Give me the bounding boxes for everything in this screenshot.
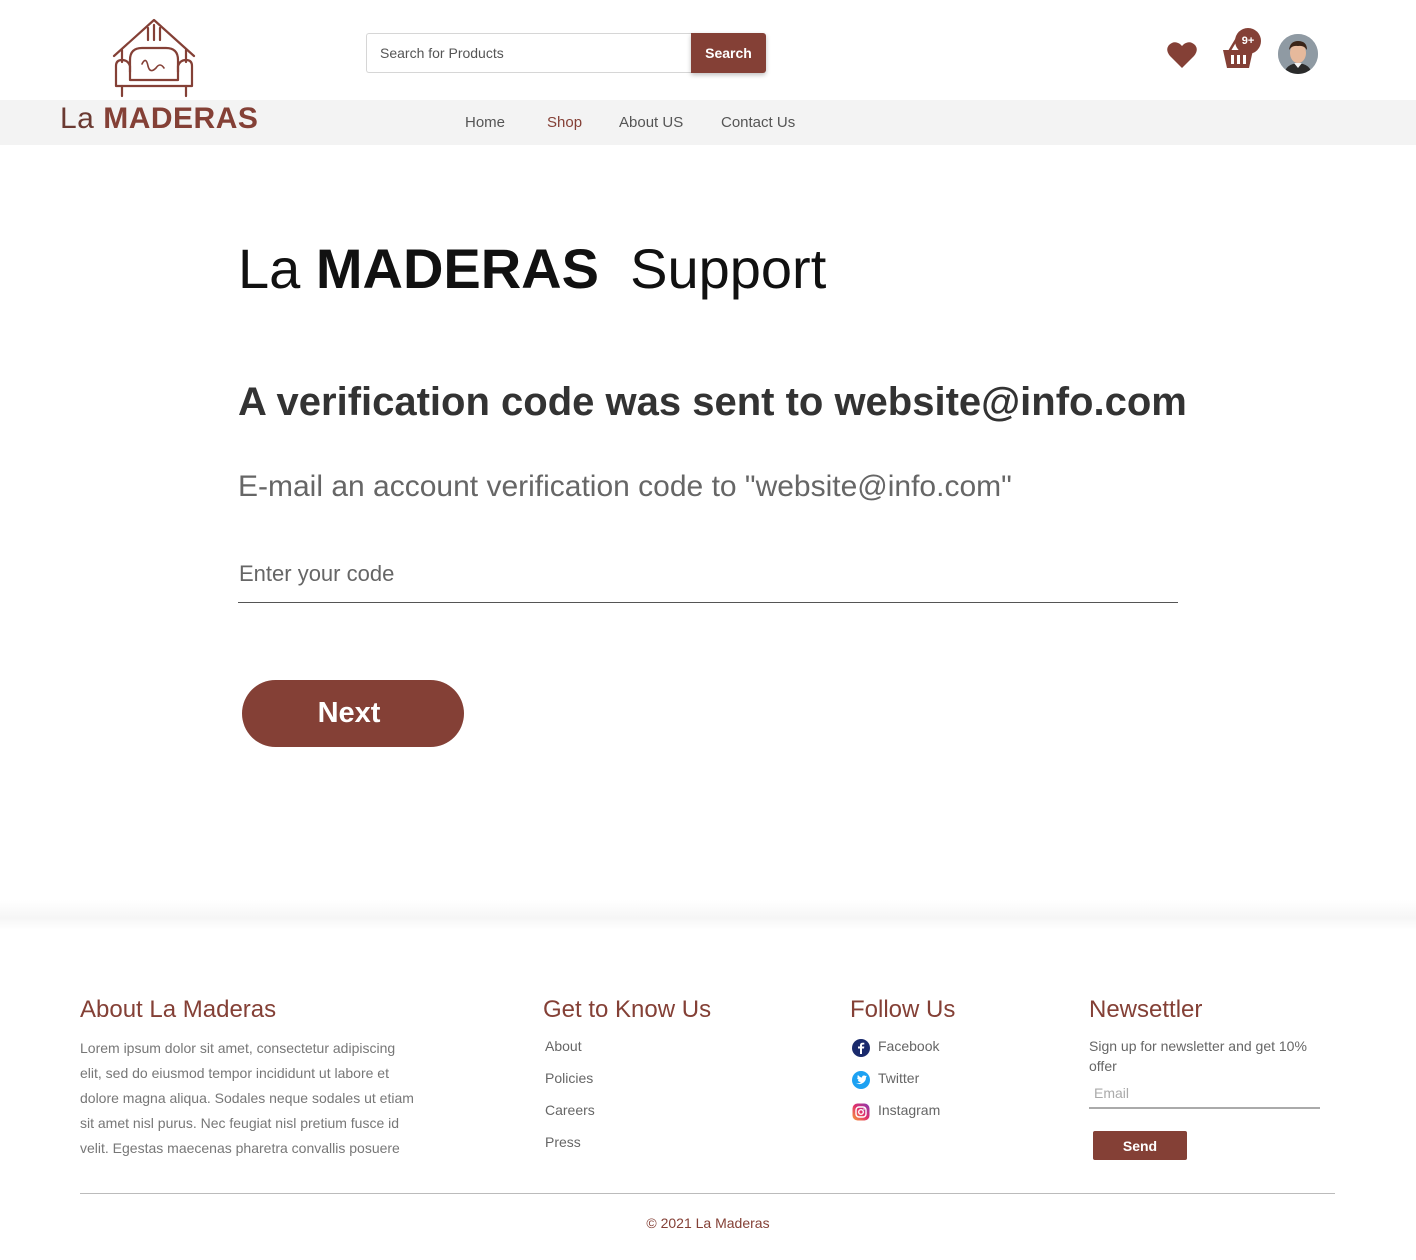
copyright-text: © 2021 La Maderas [646, 1215, 770, 1231]
title-brand: MADERAS [315, 237, 599, 300]
search-input[interactable] [366, 33, 692, 73]
nav-home[interactable]: Home [465, 114, 505, 131]
nav-shop[interactable]: Shop [547, 114, 582, 131]
footer-rule [80, 1193, 1335, 1194]
heart-icon[interactable] [1166, 40, 1198, 70]
instagram-label: Instagram [878, 1102, 941, 1118]
facebook-label: Facebook [878, 1038, 940, 1054]
cart-count-badge: 9+ [1235, 28, 1261, 54]
footer-link-careers[interactable]: Careers [545, 1102, 595, 1118]
footer-link-about[interactable]: About [545, 1038, 582, 1054]
title-la: La [238, 237, 301, 300]
verification-code-input[interactable] [238, 545, 1178, 603]
page-title: La MADERAS Support [238, 236, 826, 301]
site-logo[interactable]: La MADERAS [58, 14, 258, 138]
verification-subtext: E-mail an account verification code to "… [238, 470, 1012, 503]
avatar[interactable] [1278, 34, 1318, 74]
footer-link-press[interactable]: Press [545, 1134, 581, 1150]
armchair-logo-icon [112, 18, 196, 98]
title-support: Support [630, 237, 827, 300]
footer-about-text: Lorem ipsum dolor sit amet, consectetur … [80, 1040, 414, 1156]
facebook-icon [852, 1039, 870, 1057]
twitter-label: Twitter [878, 1070, 920, 1086]
twitter-icon [852, 1071, 870, 1089]
newsletter-text: Sign up for newsletter and get 10% offer [1089, 1038, 1307, 1074]
search-button[interactable]: Search [691, 33, 766, 73]
next-button[interactable]: Next [242, 680, 464, 747]
verification-heading: A verification code was sent to website@… [238, 380, 1187, 424]
logo-la: La [60, 102, 95, 135]
logo-wordmark: La MADERAS [60, 102, 258, 136]
footer-know-heading: Get to Know Us [543, 996, 712, 1023]
instagram-icon [852, 1103, 870, 1121]
footer-newsletter-heading: Newsettler [1089, 996, 1203, 1023]
footer-about-heading: About La Maderas [80, 996, 277, 1023]
search-bar: Search [366, 33, 766, 73]
footer-divider [0, 900, 1416, 930]
newsletter-send-button[interactable]: Send [1093, 1131, 1187, 1160]
footer-link-policies[interactable]: Policies [545, 1070, 593, 1086]
logo-maderas: MADERAS [103, 102, 259, 135]
nav-contact-us[interactable]: Contact Us [721, 114, 795, 131]
user-avatar-icon [1278, 34, 1318, 74]
footer-follow-heading: Follow Us [850, 996, 956, 1023]
nav-about-us[interactable]: About US [619, 114, 683, 131]
newsletter-email-input[interactable] [1089, 1078, 1320, 1109]
